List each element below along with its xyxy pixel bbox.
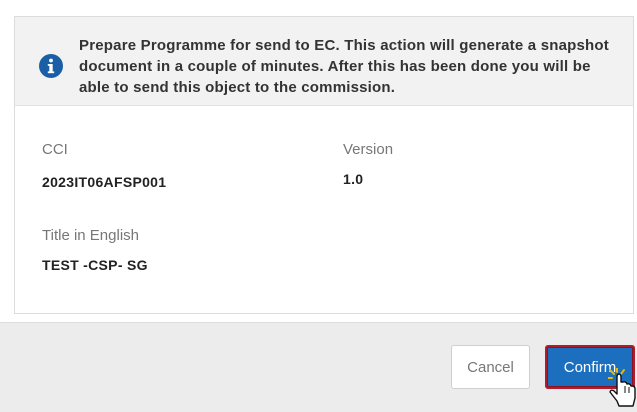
version-value: 1.0 (343, 171, 364, 187)
info-message-text: Prepare Programme for send to EC. This a… (79, 37, 609, 96)
confirm-button[interactable]: Confirm (545, 345, 635, 389)
confirm-dialog: Prepare Programme for send to EC. This a… (0, 0, 637, 412)
title-in-english-label: Title in English (42, 227, 139, 244)
cci-value: 2023IT06AFSP001 (42, 174, 167, 190)
version-label: Version (343, 141, 394, 158)
cci-label: CCI (42, 141, 68, 158)
info-icon (39, 54, 63, 78)
title-in-english-value: TEST -CSP- SG (42, 257, 148, 273)
cancel-button[interactable]: Cancel (451, 345, 530, 389)
dialog-body: Prepare Programme for send to EC. This a… (0, 0, 637, 322)
dialog-footer: Cancel Confirm (0, 322, 637, 412)
details-panel: Prepare Programme for send to EC. This a… (14, 16, 634, 314)
info-message-bar: Prepare Programme for send to EC. This a… (15, 17, 633, 106)
